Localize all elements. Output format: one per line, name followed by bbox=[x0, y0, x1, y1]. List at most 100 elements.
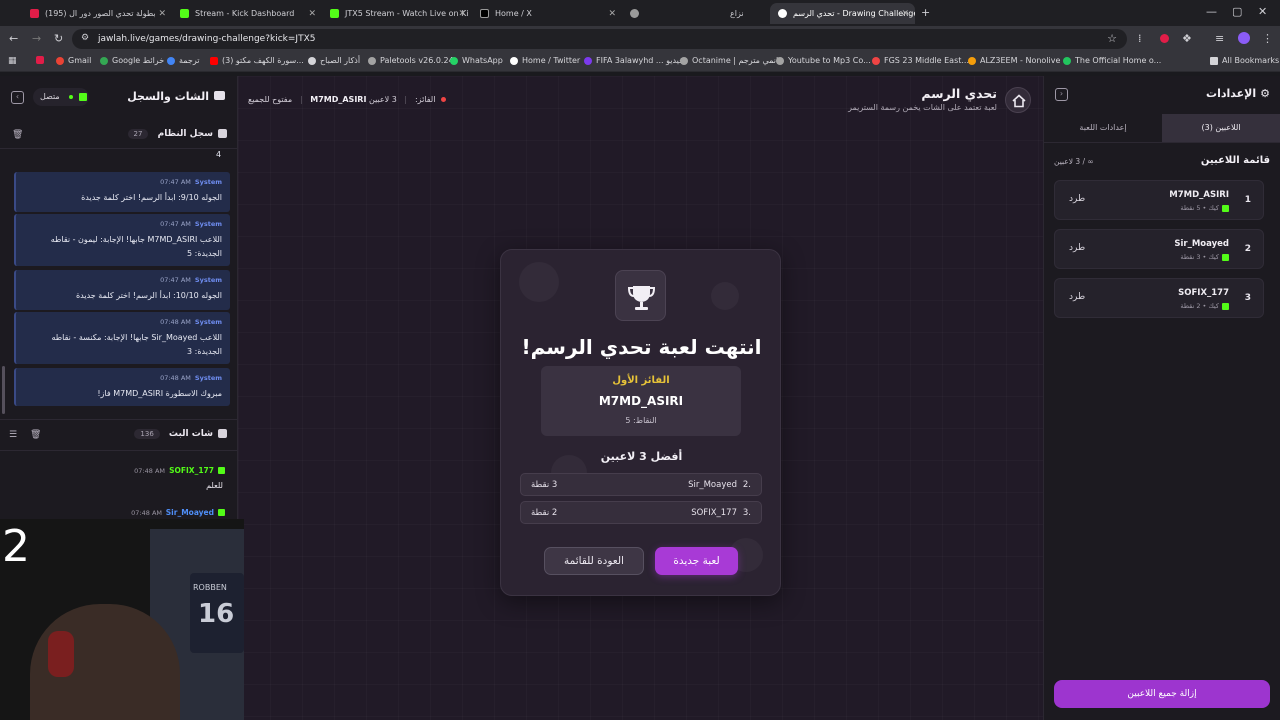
system-log-header[interactable]: سجل النظام 27 bbox=[127, 129, 227, 139]
filter-icon[interactable]: ☰ bbox=[9, 430, 17, 440]
trash-icon[interactable]: 🗑 bbox=[30, 430, 41, 440]
extension-red-icon[interactable] bbox=[1160, 34, 1169, 43]
kick-player-button[interactable]: طرد bbox=[1069, 194, 1085, 204]
tab-1-title: بطولة تحدي الصور دور ال (195) bbox=[45, 9, 156, 18]
ranking-points: 3 نقطة bbox=[531, 480, 558, 490]
tab-strip: بطولة تحدي الصور دور ال (195) ✕ Stream -… bbox=[0, 0, 1280, 26]
maximize-icon[interactable]: ▢ bbox=[1232, 6, 1242, 17]
bookmark-label: The Official Home o... bbox=[1075, 56, 1162, 65]
stream-chat-header[interactable]: شات البث 136 bbox=[134, 429, 227, 439]
close-tab-icon[interactable]: ✕ bbox=[901, 9, 909, 19]
back-to-menu-button[interactable]: العودة للقائمة bbox=[544, 547, 644, 575]
close-tab-icon[interactable]: ✕ bbox=[608, 9, 616, 19]
reload-icon[interactable]: ↻ bbox=[54, 33, 63, 44]
all-bookmarks[interactable]: All Bookmarks bbox=[1210, 56, 1279, 65]
home-button[interactable] bbox=[1005, 87, 1031, 113]
tab-players[interactable]: اللاعبين (3) bbox=[1162, 114, 1280, 142]
log-divider bbox=[0, 148, 238, 149]
bookmark-item[interactable]: أذكار الصباح bbox=[308, 56, 360, 65]
collapse-panel-icon[interactable]: ‹ bbox=[11, 91, 24, 104]
log-message: 07:48 AM System اللاعب Sir_Moayed جابها! … bbox=[14, 312, 230, 364]
site-info-icon[interactable]: ⚙ bbox=[81, 34, 89, 43]
bookmark-item[interactable]: ترجمة bbox=[167, 56, 200, 65]
address-bar[interactable]: ⚙ jawlah.live/games/drawing-challenge?ki… bbox=[72, 29, 1127, 49]
tab-6[interactable]: نزاع bbox=[722, 3, 770, 24]
player-meta: كيك • 5 نقطة bbox=[1180, 204, 1229, 212]
new-game-button[interactable]: لعبة جديدة bbox=[655, 547, 738, 575]
collapse-panel-icon[interactable]: › bbox=[1055, 88, 1068, 101]
bookmark-item[interactable]: WhatsApp bbox=[450, 56, 503, 65]
bookmark-item[interactable]: ALZ3EEM - Nonolive bbox=[968, 56, 1060, 65]
close-tab-icon[interactable]: ✕ bbox=[158, 9, 166, 19]
tab-game-settings[interactable]: إعدادات اللعبة bbox=[1044, 114, 1162, 142]
settings-panel: › ⚙الإعدادات اللاعبين (3) إعدادات اللعبة… bbox=[1043, 76, 1280, 720]
browser-toolbar: ← → ↻ ⚙ jawlah.live/games/drawing-challe… bbox=[0, 26, 1280, 52]
trash-icon[interactable]: 🗑 bbox=[12, 130, 23, 140]
kick-player-button[interactable]: طرد bbox=[1069, 292, 1085, 302]
tab-3[interactable]: JTX5 Stream - Watch Live on Ki ✕ bbox=[322, 3, 472, 24]
bookmark-label: Home / Twitter bbox=[522, 56, 581, 65]
log-text: مبروك الاسطورة M7MD_ASIRI فاز! bbox=[97, 389, 222, 398]
forward-icon[interactable]: → bbox=[32, 33, 41, 44]
chat-author: SOFIX_177 bbox=[169, 466, 214, 475]
bookmark-page-icon bbox=[308, 56, 316, 65]
log-text: اللاعب Sir_Moayed جابها! الإجابة: مكنسة … bbox=[51, 333, 222, 356]
bookmark-item[interactable]: Google خرائط bbox=[100, 56, 164, 65]
bookmark-item[interactable]: Octanime | انمي مترجم bbox=[680, 56, 778, 65]
trophy-badge bbox=[615, 270, 666, 321]
kick-icon bbox=[1222, 204, 1229, 212]
bookmark-label: Paletools v26.0.24 bbox=[380, 56, 454, 65]
close-window-icon[interactable]: ✕ bbox=[1258, 6, 1267, 17]
system-log-count: 27 bbox=[127, 129, 149, 139]
tab-5[interactable] bbox=[622, 3, 732, 24]
extension-icon[interactable]: ⁞ bbox=[1138, 33, 1142, 44]
menu-icon[interactable]: ⋮ bbox=[1262, 33, 1273, 44]
ranking-rank: 3. bbox=[742, 508, 751, 518]
bookmark-item[interactable]: Youtube to Mp3 Co... bbox=[776, 56, 871, 65]
bookmark-star-icon[interactable]: ☆ bbox=[1107, 33, 1117, 44]
kick-player-button[interactable]: طرد bbox=[1069, 243, 1085, 253]
log-fragment: 4 bbox=[216, 150, 222, 159]
tab-active[interactable]: تحدي الرسم - Drawing Challenge ✕ bbox=[770, 3, 915, 24]
apps-icon[interactable]: ▦ bbox=[8, 57, 17, 66]
bookmark-label: FGS 23 Middle East... bbox=[884, 56, 970, 65]
game-over-modal: انتهت لعبة تحدي الرسم! الفائز الأول M7MD… bbox=[500, 249, 781, 596]
tab-1[interactable]: بطولة تحدي الصور دور ال (195) ✕ bbox=[22, 3, 172, 24]
bookmark-item[interactable] bbox=[36, 56, 48, 64]
minimize-icon[interactable]: — bbox=[1206, 6, 1217, 17]
gear-icon: ⚙ bbox=[1260, 87, 1270, 100]
extensions-puzzle-icon[interactable]: ❖ bbox=[1182, 33, 1192, 44]
bookmark-item[interactable]: FIFA 3alawyhd ... فيديو bbox=[584, 56, 683, 65]
ranking-row: 2 نقطة 3. SOFIX_177 bbox=[520, 501, 762, 524]
youtube-icon bbox=[210, 56, 218, 65]
bookmark-item[interactable]: FGS 23 Middle East... bbox=[872, 56, 969, 65]
log-scrollbar[interactable] bbox=[2, 366, 5, 414]
players-count: 3 لاعبين bbox=[368, 95, 397, 104]
log-text: الجوله 10/10: ابدأ الرسم! اختر كلمة جديد… bbox=[75, 291, 222, 300]
tab-2[interactable]: Stream - Kick Dashboard ✕ bbox=[172, 3, 322, 24]
profile-avatar[interactable] bbox=[1238, 32, 1250, 44]
log-message: 07:47 AM System الجوله 10/10: ابدأ الرسم!… bbox=[14, 270, 230, 310]
kick-icon bbox=[330, 9, 339, 18]
media-icon[interactable]: ≡ bbox=[1215, 33, 1224, 44]
winner-label: الفائز: bbox=[414, 95, 436, 104]
close-tab-icon[interactable]: ✕ bbox=[308, 9, 316, 19]
tab-4[interactable]: Home / X ✕ bbox=[472, 3, 622, 24]
winner-points: النقاط: 5 bbox=[625, 416, 657, 425]
bookmark-item[interactable]: (3) سورة الكهف مكتو... bbox=[210, 56, 304, 65]
remove-all-players-button[interactable]: إزالة جميع اللاعبين bbox=[1054, 680, 1270, 708]
bookmark-item[interactable]: Gmail bbox=[56, 56, 91, 65]
player-name: SOFIX_177 bbox=[1178, 288, 1229, 298]
ranking-points: 2 نقطة bbox=[531, 508, 558, 518]
bookmark-item[interactable]: Home / Twitter bbox=[510, 56, 580, 65]
new-tab-icon[interactable]: + bbox=[921, 7, 930, 18]
bookmark-item[interactable]: The Official Home o... bbox=[1063, 56, 1161, 65]
back-icon[interactable]: ← bbox=[9, 33, 18, 44]
close-tab-icon[interactable]: ✕ bbox=[458, 9, 466, 19]
bookmark-item[interactable]: Paletools v26.0.24 bbox=[368, 56, 454, 65]
game-subtitle: لعبة تعتمد على الشات يخمن رسمة الستريمر bbox=[848, 103, 997, 112]
jersey: ROBBEN 16 bbox=[190, 573, 244, 653]
bookmark-label: WhatsApp bbox=[462, 56, 503, 65]
ranking-name: Sir_Moayed bbox=[688, 480, 737, 490]
log-text: الجوله 9/10: ابدأ الرسم! اختر كلمة جديدة bbox=[81, 193, 222, 202]
